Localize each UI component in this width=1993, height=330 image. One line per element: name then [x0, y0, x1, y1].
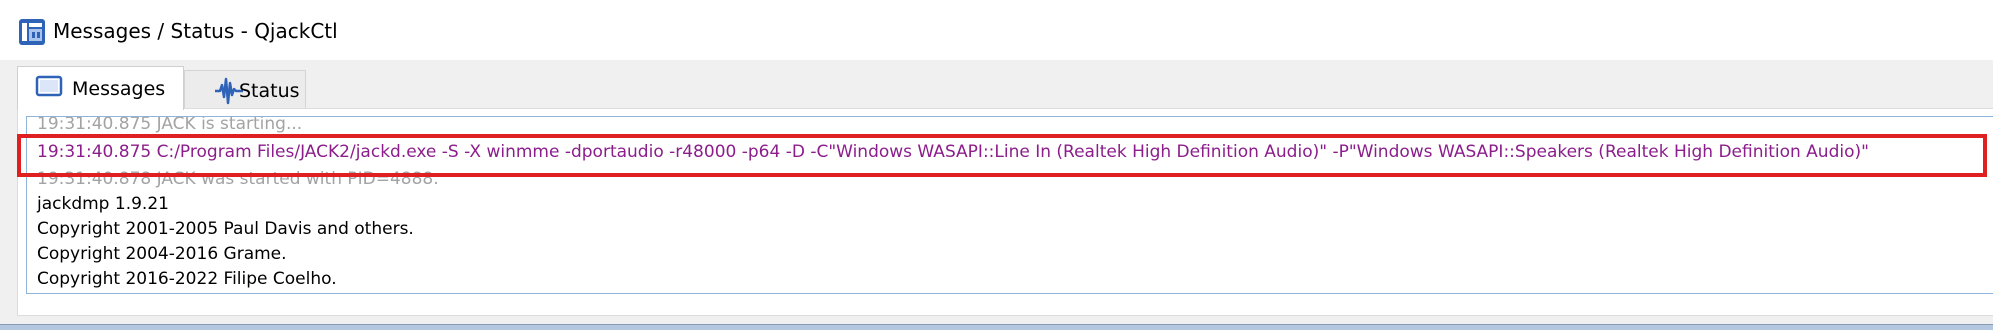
tab-status-label: Status — [239, 80, 300, 102]
messages-icon — [35, 75, 63, 97]
tab-messages[interactable]: Messages — [17, 66, 184, 110]
qjackctl-window: Messages / Status - QjackCtl Messages St… — [0, 0, 1993, 325]
log-line: Copyright 2004-2016 Grame. — [37, 244, 287, 264]
window-title: Messages / Status - QjackCtl — [53, 19, 338, 43]
title-bar[interactable]: Messages / Status - QjackCtl — [0, 0, 1993, 60]
qjackctl-icon — [19, 19, 45, 45]
tab-bar: Messages Status — [17, 66, 1993, 110]
log-line: jackdmp 1.9.21 — [37, 194, 169, 214]
log-line: Copyright 2001-2005 Paul Davis and other… — [37, 219, 414, 239]
log-line: 19:31:40.875 JACK is starting... — [37, 116, 303, 134]
log-line: Copyright 2016-2022 Filipe Coelho. — [37, 269, 337, 289]
tab-messages-label: Messages — [72, 78, 166, 100]
highlight-box — [17, 134, 1987, 177]
tab-status[interactable]: Status — [184, 70, 306, 109]
